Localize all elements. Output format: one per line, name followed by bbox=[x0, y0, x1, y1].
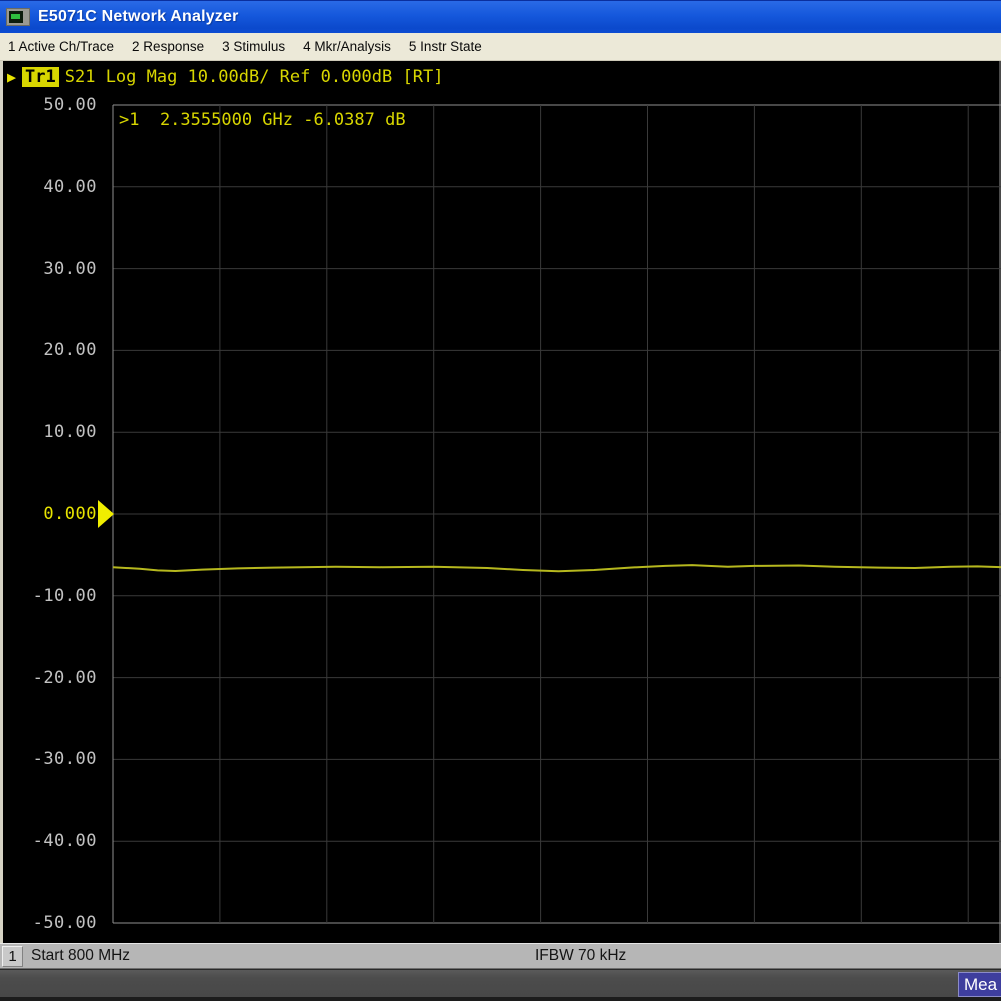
window-title: E5071C Network Analyzer bbox=[38, 8, 239, 26]
y-axis-label: -10.00 bbox=[3, 585, 97, 607]
taskbar: Mea bbox=[0, 969, 1001, 997]
measurement-graph[interactable] bbox=[3, 61, 1001, 943]
menu-response[interactable]: 2 Response bbox=[132, 39, 204, 54]
menu-stimulus[interactable]: 3 Stimulus bbox=[222, 39, 285, 54]
status-bar: 1 Start 800 MHz IFBW 70 kHz bbox=[0, 943, 1001, 969]
menu-mkr-analysis[interactable]: 4 Mkr/Analysis bbox=[303, 39, 391, 54]
y-axis-label: -50.00 bbox=[3, 912, 97, 934]
instrument-screen: ▶ Tr1 S21 Log Mag 10.00dB/ Ref 0.000dB [… bbox=[0, 61, 1001, 943]
y-axis-label: 20.00 bbox=[3, 339, 97, 361]
menu-instr-state[interactable]: 5 Instr State bbox=[409, 39, 482, 54]
reference-level-label: 0.000 bbox=[3, 503, 97, 525]
marker-1-readout: >1 2.3555000 GHz -6.0387 dB bbox=[119, 110, 406, 130]
y-axis-label: -40.00 bbox=[3, 830, 97, 852]
sweep-start-label: Start 800 MHz bbox=[31, 947, 130, 965]
y-axis-label: -20.00 bbox=[3, 667, 97, 689]
y-axis-label: -30.00 bbox=[3, 748, 97, 770]
y-axis-label: 30.00 bbox=[3, 258, 97, 280]
y-axis-label: 50.00 bbox=[3, 94, 97, 116]
ifbw-label: IFBW 70 kHz bbox=[535, 947, 626, 965]
y-axis-label: 10.00 bbox=[3, 421, 97, 443]
y-axis-label: 40.00 bbox=[3, 176, 97, 198]
menu-bar: 1 Active Ch/Trace 2 Response 3 Stimulus … bbox=[0, 33, 1001, 61]
title-bar: E5071C Network Analyzer bbox=[0, 0, 1001, 33]
trace-1-line bbox=[113, 565, 1001, 571]
channel-number-box: 1 bbox=[2, 946, 23, 967]
network-analyzer-app-icon bbox=[6, 8, 30, 26]
bottom-edge-strip bbox=[0, 997, 1001, 1001]
reference-level-marker-icon bbox=[98, 500, 114, 528]
meas-softkey-button[interactable]: Mea bbox=[958, 972, 1001, 997]
menu-active-ch-trace[interactable]: 1 Active Ch/Trace bbox=[8, 39, 114, 54]
